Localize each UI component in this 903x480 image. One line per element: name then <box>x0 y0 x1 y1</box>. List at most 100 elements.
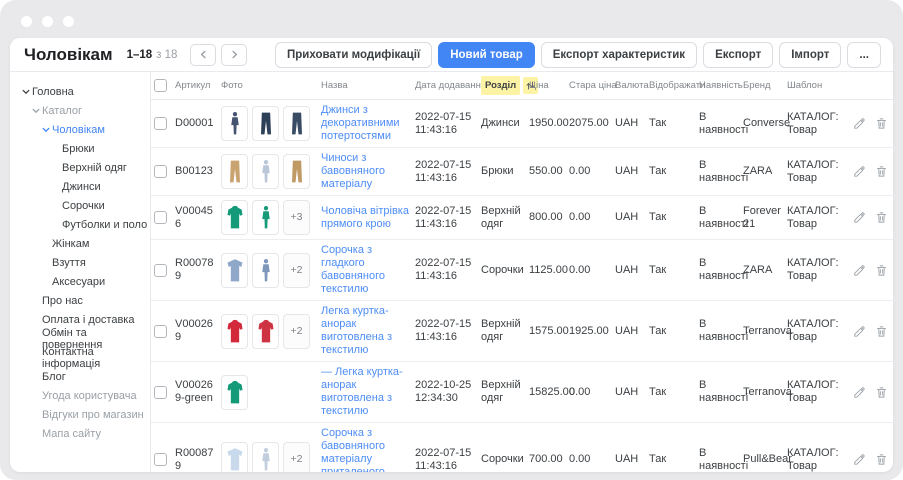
more-photos-badge[interactable]: +2 <box>283 442 310 472</box>
delete-icon[interactable] <box>875 325 888 338</box>
hide-modifications-button[interactable]: Приховати модифікації <box>275 42 432 68</box>
column-header-display[interactable]: Відображати <box>649 79 699 92</box>
product-name-link[interactable]: — Легка куртка-анорак виготовлена з текс… <box>321 366 403 417</box>
edit-icon[interactable] <box>853 264 866 277</box>
edit-icon[interactable] <box>853 211 866 224</box>
delete-icon[interactable] <box>875 165 888 178</box>
date-added: 2022-07-1511:43:16 <box>415 318 481 344</box>
product-photo[interactable] <box>221 442 248 472</box>
product-photo[interactable] <box>283 106 310 141</box>
product-photo[interactable] <box>252 442 279 472</box>
column-header-brand[interactable]: Бренд <box>743 79 787 92</box>
delete-icon[interactable] <box>875 211 888 224</box>
row-checkbox[interactable] <box>154 453 167 466</box>
row-checkbox[interactable] <box>154 165 167 178</box>
sidebar-item-reviews[interactable]: Відгуки про магазин <box>10 405 150 424</box>
column-header-name[interactable]: Назва <box>321 79 415 92</box>
export-button[interactable]: Експорт <box>703 42 773 68</box>
product-currency: UAH <box>615 117 649 130</box>
product-photo[interactable] <box>252 154 279 189</box>
product-name-link[interactable]: Сорочка з гладкого бавовняного текстилю <box>321 244 385 295</box>
row-checkbox[interactable] <box>154 386 167 399</box>
row-checkbox[interactable] <box>154 325 167 338</box>
edit-icon[interactable] <box>853 386 866 399</box>
column-header-section[interactable]: Розділ <box>481 77 529 94</box>
export-attributes-button[interactable]: Експорт характеристик <box>541 42 697 68</box>
product-currency: UAH <box>615 325 649 338</box>
sidebar-item-home[interactable]: Головна <box>10 82 150 101</box>
sidebar-item-shoes[interactable]: Взуття <box>10 253 150 272</box>
row-checkbox[interactable] <box>154 264 167 277</box>
next-page-button[interactable] <box>221 44 247 66</box>
window-dot-icon[interactable] <box>63 16 74 27</box>
product-photo[interactable] <box>221 253 248 288</box>
column-header-price[interactable]: Ціна <box>529 79 569 92</box>
column-header-old-price[interactable]: Стара ціна <box>569 79 615 92</box>
column-header-currency[interactable]: Валюта <box>615 79 649 92</box>
window-dot-icon[interactable] <box>21 16 32 27</box>
delete-icon[interactable] <box>875 386 888 399</box>
column-header-template[interactable]: Шаблон <box>787 79 845 92</box>
sidebar-item-blog[interactable]: Блог <box>10 367 150 386</box>
product-name-link[interactable]: Сорочка з бавовняного матеріалу притален… <box>321 427 385 472</box>
edit-icon[interactable] <box>853 453 866 466</box>
more-photos-badge[interactable]: +3 <box>283 200 310 235</box>
product-name-link[interactable]: Чиноси з бавовняного матеріалу <box>321 152 385 190</box>
header-actions: Приховати модифікаціїНовий товарЕкспорт … <box>275 42 881 68</box>
product-photo[interactable] <box>283 154 310 189</box>
product-display-flag: Так <box>649 117 699 130</box>
product-name-link[interactable]: Джинси з декоративними потертостями <box>321 104 400 142</box>
sidebar-item-terms[interactable]: Угода користувача <box>10 386 150 405</box>
more-photos-badge[interactable]: +2 <box>283 253 310 288</box>
new-product-button[interactable]: Новий товар <box>438 42 535 68</box>
product-photo[interactable] <box>252 106 279 141</box>
sidebar-item-men[interactable]: Чоловікам <box>10 120 150 139</box>
sidebar-item-about[interactable]: Про нас <box>10 291 150 310</box>
window-dot-icon[interactable] <box>42 16 53 27</box>
sidebar-item-trousers[interactable]: Брюки <box>10 139 150 158</box>
import-button[interactable]: Імпорт <box>779 42 841 68</box>
sidebar-item-outerwear[interactable]: Верхній одяг <box>10 158 150 177</box>
prev-page-button[interactable] <box>190 44 216 66</box>
delete-icon[interactable] <box>875 117 888 130</box>
edit-icon[interactable] <box>853 117 866 130</box>
edit-icon[interactable] <box>853 325 866 338</box>
product-availability: В наявності <box>699 159 743 185</box>
chevron-left-icon <box>199 50 208 59</box>
delete-icon[interactable] <box>875 453 888 466</box>
shirt-garment-icon <box>225 446 245 472</box>
delete-icon[interactable] <box>875 264 888 277</box>
more-photos-badge[interactable]: +2 <box>283 314 310 349</box>
row-checkbox[interactable] <box>154 211 167 224</box>
product-name-link[interactable]: Чоловіча вітрівка прямого крою <box>321 205 409 230</box>
select-all-checkbox[interactable] <box>154 79 167 92</box>
edit-icon[interactable] <box>853 165 866 178</box>
product-photo[interactable] <box>221 154 248 189</box>
product-photo[interactable] <box>221 375 248 410</box>
sidebar-item-shirts[interactable]: Сорочки <box>10 196 150 215</box>
row-checkbox[interactable] <box>154 117 167 130</box>
product-photo[interactable] <box>252 200 279 235</box>
product-name-link[interactable]: Легка куртка-анорак виготовлена з тексти… <box>321 305 392 356</box>
sidebar-item-women[interactable]: Жінкам <box>10 234 150 253</box>
more-button[interactable]: ... <box>847 42 881 68</box>
product-photo[interactable] <box>221 314 248 349</box>
product-photo[interactable] <box>252 314 279 349</box>
column-header-availability[interactable]: Наявність <box>699 79 743 92</box>
product-template-value: Товар <box>787 124 839 137</box>
column-header-section-label[interactable]: Розділ <box>481 76 520 95</box>
sidebar-item-catalog[interactable]: Каталог <box>10 101 150 120</box>
person-garment-icon <box>256 204 276 231</box>
sidebar-item-jeans[interactable]: Джинси <box>10 177 150 196</box>
product-photo[interactable] <box>221 106 248 141</box>
sidebar-item-sitemap[interactable]: Мапа сайту <box>10 424 150 443</box>
product-photo[interactable] <box>221 200 248 235</box>
column-header-photo[interactable]: Фото <box>221 79 321 92</box>
product-old-price: 0.00 <box>569 264 615 277</box>
product-photo[interactable] <box>252 253 279 288</box>
sidebar-item-accessories[interactable]: Аксесуари <box>10 272 150 291</box>
sidebar-item-contacts[interactable]: Контактна інформація <box>10 348 150 367</box>
column-header-date[interactable]: Дата додавання <box>415 79 481 92</box>
sidebar-item-tshirts-polo[interactable]: Футболки и поло <box>10 215 150 234</box>
column-header-sku[interactable]: Артикул <box>175 79 221 92</box>
